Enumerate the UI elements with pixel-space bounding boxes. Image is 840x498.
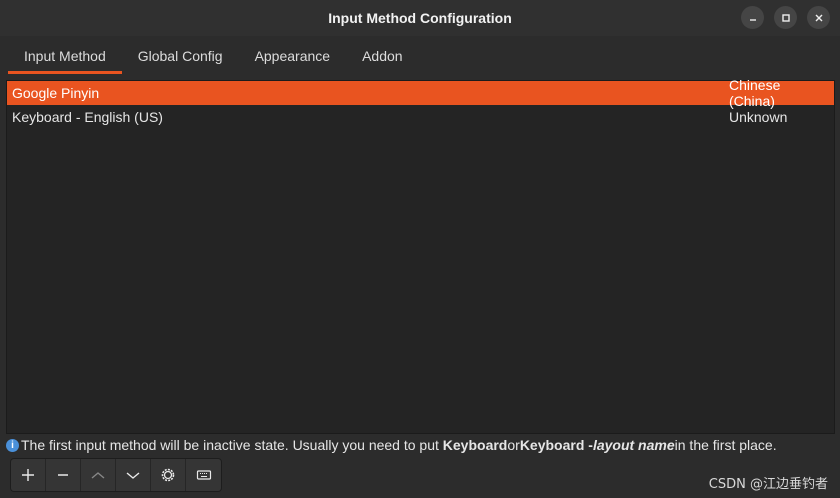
info-bold-keyboard: Keyboard [442, 437, 508, 453]
close-icon [815, 14, 822, 21]
minimize-button[interactable] [741, 6, 764, 29]
remove-button[interactable] [46, 459, 81, 491]
keyboard-icon [196, 470, 211, 480]
tab-label: Global Config [137, 47, 223, 64]
keyboard-layout-button[interactable] [186, 459, 221, 491]
maximize-button[interactable] [774, 6, 797, 29]
add-button[interactable] [11, 459, 46, 491]
info-text: in the first place. [674, 437, 777, 453]
list-item[interactable]: Keyboard - English (US) Unknown [7, 105, 834, 129]
info-message: i The first input method will be inactiv… [6, 436, 836, 454]
move-up-button[interactable] [81, 459, 116, 491]
add-icon [22, 469, 34, 481]
window-controls [741, 6, 830, 29]
watermark: CSDN @江边垂钓者 [708, 477, 828, 492]
tab-label: Input Method [24, 47, 106, 64]
tab-input-method[interactable]: Input Method [8, 36, 122, 76]
move-up-icon [91, 472, 105, 479]
input-method-name: Keyboard - English (US) [12, 109, 163, 125]
remove-icon [58, 474, 68, 476]
info-layout-name: layout name [592, 437, 675, 453]
list-toolbar [10, 458, 222, 492]
info-text: The first input method will be inactive … [21, 437, 439, 453]
window-title: Input Method Configuration [328, 10, 512, 26]
input-method-language: Chinese (China) [729, 77, 781, 109]
configure-button[interactable] [151, 459, 186, 491]
tab-appearance[interactable]: Appearance [239, 36, 347, 76]
tab-label: Appearance [254, 47, 331, 64]
close-button[interactable] [807, 6, 830, 29]
info-text: or [507, 437, 520, 453]
input-method-name: Google Pinyin [12, 85, 100, 101]
move-down-button[interactable] [116, 459, 151, 491]
minimize-icon [749, 18, 756, 21]
input-method-language: Unknown [729, 109, 788, 125]
tab-global-config[interactable]: Global Config [122, 36, 239, 76]
info-icon: i [6, 438, 19, 452]
tab-bar: Input Method Global Config Appearance Ad… [0, 36, 840, 76]
title-bar: Input Method Configuration [0, 0, 840, 36]
tab-label: Addon [362, 47, 403, 64]
input-method-list: Google Pinyin Chinese (China) Keyboard -… [6, 77, 835, 434]
info-bold-keyboard-dash: Keyboard - [519, 437, 593, 453]
configure-icon [161, 468, 175, 482]
list-item[interactable]: Google Pinyin Chinese (China) [7, 77, 834, 109]
maximize-icon [781, 13, 790, 22]
tab-addon[interactable]: Addon [346, 36, 418, 76]
move-down-icon [126, 472, 140, 479]
